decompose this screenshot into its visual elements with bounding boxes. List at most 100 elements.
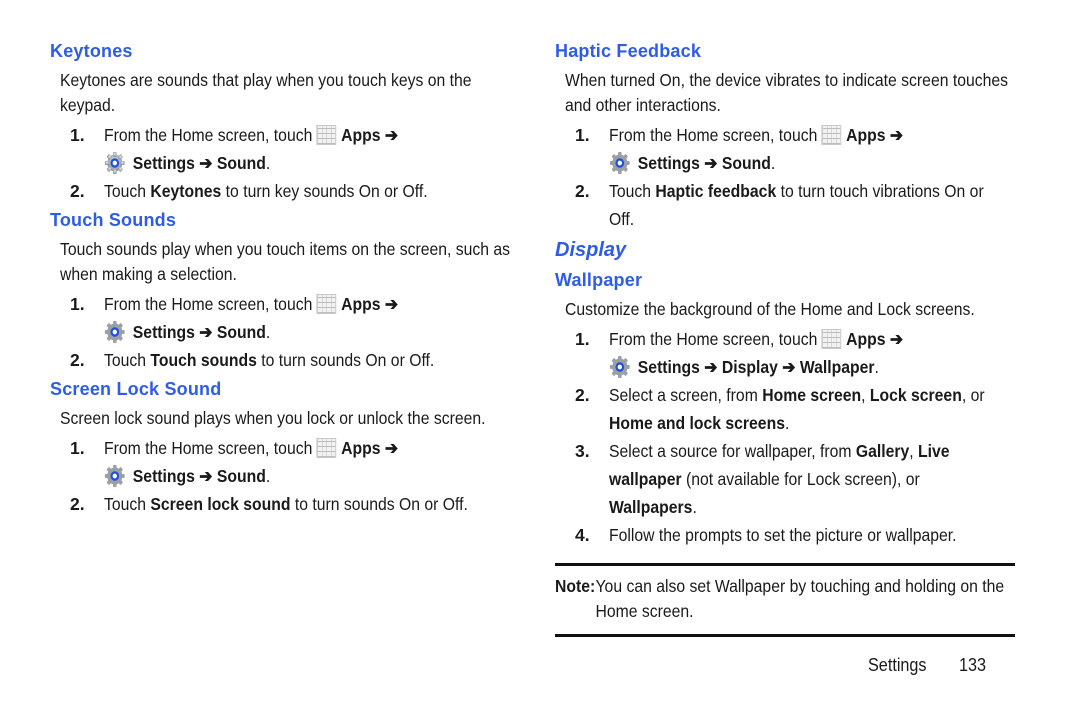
step-text: From the Home screen, touch <box>609 329 818 349</box>
settings-path: Settings ➔ Sound <box>132 466 266 486</box>
step-number: 2. <box>70 350 85 370</box>
punct: . <box>265 322 271 342</box>
screen-lock-sound-description: Screen lock sound plays when you lock or… <box>60 408 486 428</box>
step-text: From the Home screen, touch <box>104 125 313 145</box>
keytones-step-1: 1. From the Home screen, touch Apps ➔ Set… <box>50 121 520 177</box>
step-text: (not available for Lock screen), or <box>681 469 920 489</box>
step-number: 2. <box>70 494 85 514</box>
wallpaper-step-2: 2. Select a screen, from Home screen, Lo… <box>555 381 1020 437</box>
keytones-heading: Keytones <box>50 41 133 61</box>
punct: . <box>265 466 271 486</box>
wallpaper-step-3: 3. Select a source for wallpaper, from G… <box>555 437 1020 521</box>
option-name: Touch sounds <box>150 350 257 370</box>
step-text: Select a source for wallpaper, from <box>609 441 856 461</box>
punct: . <box>874 357 879 377</box>
touch-sounds-description: Touch sounds play when you touch items o… <box>60 239 511 284</box>
option-name: Home screen <box>762 385 862 405</box>
step-text: Touch <box>104 494 151 514</box>
screen-lock-sound-step-2: 2. Touch Screen lock sound to turn sound… <box>50 490 520 518</box>
apps-label: Apps ➔ <box>846 125 904 145</box>
display-section: Display Wallpaper Customize the backgrou… <box>555 235 1020 549</box>
apps-label: Apps ➔ <box>341 438 399 458</box>
punct: . <box>770 153 776 173</box>
wallpaper-description: Customize the background of the Home and… <box>565 299 975 319</box>
step-text: , or <box>961 385 985 405</box>
step-text: Select a screen, from <box>609 385 763 405</box>
wallpaper-heading: Wallpaper <box>555 270 643 290</box>
option-name: Screen lock sound <box>150 494 291 514</box>
keytones-description: Keytones are sounds that play when you t… <box>60 70 472 115</box>
page-footer: Settings 133 <box>868 655 986 676</box>
option-name: Wallpapers <box>609 497 693 517</box>
haptic-step-2: 2. Touch Haptic feedback to turn touch v… <box>555 177 1020 233</box>
settings-gear-icon <box>609 151 631 175</box>
settings-gear-icon <box>104 151 126 175</box>
keytones-step-2: 2. Touch Keytones to turn key sounds On … <box>50 177 520 205</box>
step-text: Touch <box>104 350 151 370</box>
step-text: From the Home screen, touch <box>104 294 313 314</box>
screen-lock-sound-heading: Screen Lock Sound <box>50 379 222 399</box>
step-text: to turn sounds On or Off. <box>290 494 468 514</box>
note-text: You can also set Wallpaper by touching a… <box>595 576 1005 621</box>
step-number: 1. <box>70 294 85 314</box>
apps-grid-icon <box>316 438 337 458</box>
settings-path: Settings ➔ Display ➔ Wallpaper <box>637 357 875 377</box>
haptic-feedback-description: When turned On, the device vibrates to i… <box>565 70 1009 115</box>
touch-sounds-heading: Touch Sounds <box>50 210 177 230</box>
haptic-step-1: 1. From the Home screen, touch Apps ➔ Set… <box>555 121 1020 177</box>
step-text: Touch <box>104 181 151 201</box>
settings-gear-icon <box>104 320 126 344</box>
apps-label: Apps ➔ <box>846 329 904 349</box>
step-number: 1. <box>70 438 85 458</box>
step-text: Follow the prompts to set the picture or… <box>609 525 957 545</box>
settings-path: Settings ➔ Sound <box>132 322 266 342</box>
screen-lock-sound-section: Screen Lock Sound Screen lock sound play… <box>50 374 520 518</box>
touch-sounds-section: Touch Sounds Touch sounds play when you … <box>50 205 520 374</box>
touch-sounds-step-1: 1. From the Home screen, touch Apps ➔ Set… <box>50 290 520 346</box>
option-name: Gallery <box>855 441 910 461</box>
note: Note: You can also set Wallpaper by touc… <box>555 574 1050 624</box>
step-number: 2. <box>575 385 590 405</box>
option-name: Keytones <box>150 181 222 201</box>
option-name: Home and lock screens <box>609 413 785 433</box>
step-number: 1. <box>70 125 85 145</box>
apps-grid-icon <box>316 294 337 314</box>
step-text: to turn sounds On or Off. <box>256 350 435 370</box>
wallpaper-step-4: 4. Follow the prompts to set the picture… <box>555 521 1020 549</box>
step-text: , <box>861 385 870 405</box>
left-column: Keytones Keytones are sounds that play w… <box>50 36 520 518</box>
step-text: to turn key sounds On or Off. <box>221 181 428 201</box>
keytones-section: Keytones Keytones are sounds that play w… <box>50 36 520 205</box>
option-name: Haptic feedback <box>655 181 777 201</box>
step-number: 2. <box>70 181 85 201</box>
step-text: . <box>692 497 697 517</box>
step-number: 1. <box>575 329 590 349</box>
step-number: 1. <box>575 125 590 145</box>
apps-label: Apps ➔ <box>341 294 399 314</box>
note-label: Note: <box>555 576 596 596</box>
step-number: 2. <box>575 181 590 201</box>
apps-grid-icon <box>821 125 842 145</box>
right-column: Haptic Feedback When turned On, the devi… <box>555 36 1020 637</box>
apps-label: Apps ➔ <box>341 125 399 145</box>
step-text: . <box>784 413 790 433</box>
step-text: From the Home screen, touch <box>104 438 313 458</box>
punct: . <box>265 153 271 173</box>
haptic-feedback-section: Haptic Feedback When turned On, the devi… <box>555 36 1020 233</box>
option-name: Lock screen <box>869 385 962 405</box>
settings-gear-icon <box>609 355 631 379</box>
settings-path: Settings ➔ Sound <box>132 153 266 173</box>
footer-section-name: Settings <box>868 655 927 675</box>
screen-lock-sound-step-1: 1. From the Home screen, touch Apps ➔ Set… <box>50 434 520 490</box>
step-text: Touch <box>609 181 656 201</box>
display-heading: Display <box>555 239 627 261</box>
page-number: 133 <box>958 655 986 675</box>
apps-grid-icon <box>821 329 842 349</box>
haptic-feedback-heading: Haptic Feedback <box>555 41 702 61</box>
step-text: From the Home screen, touch <box>609 125 818 145</box>
step-number: 4. <box>575 525 590 545</box>
note-box: Note: You can also set Wallpaper by touc… <box>555 563 1015 637</box>
settings-path: Settings ➔ Sound <box>637 153 771 173</box>
settings-gear-icon <box>104 464 126 488</box>
wallpaper-step-1: 1. From the Home screen, touch Apps ➔ Set… <box>555 325 1020 381</box>
